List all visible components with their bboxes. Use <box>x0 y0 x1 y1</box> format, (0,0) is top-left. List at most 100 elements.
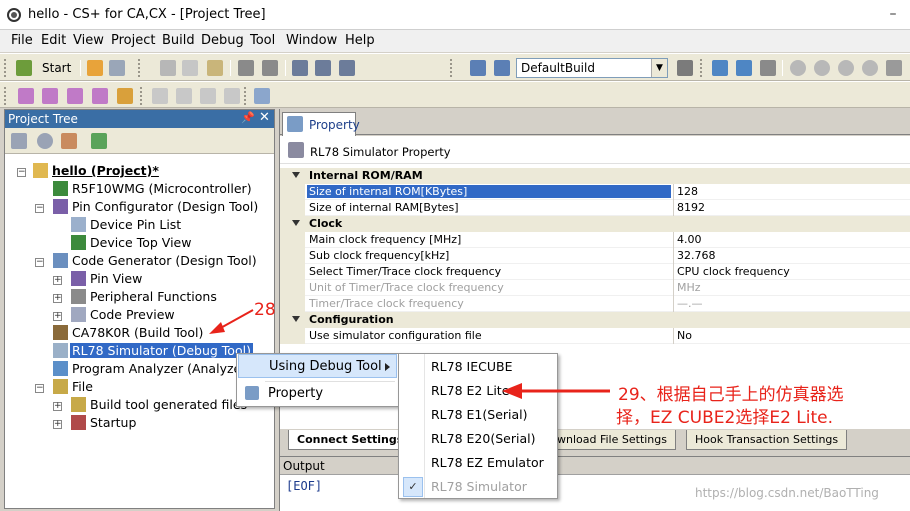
cut-icon[interactable] <box>160 60 176 76</box>
startup-icon <box>71 415 86 430</box>
property-row[interactable]: Use simulator configuration file No <box>280 328 910 344</box>
tooltip-icon[interactable] <box>224 88 240 104</box>
toolbar-grip[interactable] <box>138 59 142 77</box>
property-value[interactable]: CPU clock frequency <box>677 265 790 278</box>
pin-icon[interactable]: 📌 <box>241 111 255 124</box>
menu-item-using-debug-tool[interactable]: Using Debug Tool <box>238 354 397 378</box>
tab-property[interactable]: Property <box>282 112 360 136</box>
menu-window[interactable]: Window <box>286 33 337 48</box>
disconnect-icon[interactable] <box>760 60 776 76</box>
build-download-icon[interactable] <box>736 60 752 76</box>
bookmark-clear-icon[interactable] <box>117 88 133 104</box>
expand-toggle[interactable]: + <box>53 312 62 321</box>
bookmark-prev-icon[interactable] <box>67 88 83 104</box>
tab-download-file-settings[interactable]: wnload File Settings <box>548 430 676 450</box>
download-icon[interactable] <box>712 60 728 76</box>
menu-project[interactable]: Project <box>111 33 155 48</box>
collapse-toggle[interactable]: − <box>35 204 44 213</box>
return-icon[interactable] <box>862 60 878 76</box>
build-config-select[interactable]: DefaultBuild ▼ <box>516 58 668 78</box>
menu-item-property[interactable]: Property <box>238 382 397 406</box>
property-value[interactable]: 128 <box>677 185 698 198</box>
open-icon[interactable] <box>87 60 103 76</box>
property-row[interactable]: Size of internal ROM[KBytes] 128 <box>280 184 910 200</box>
property-value[interactable]: 8192 <box>677 201 705 214</box>
menu-debug[interactable]: Debug <box>201 33 244 48</box>
submenu-item-ez-emulator[interactable]: RL78 EZ Emulator <box>400 451 556 475</box>
copy-icon[interactable] <box>182 60 198 76</box>
expand-toggle[interactable]: + <box>53 294 62 303</box>
save-icon[interactable] <box>109 60 125 76</box>
replace-icon[interactable] <box>339 60 355 76</box>
redo-icon[interactable] <box>262 60 278 76</box>
tab-connect-settings[interactable]: Connect Settings <box>288 430 413 450</box>
start-label: Start <box>42 61 72 75</box>
menu-help[interactable]: Help <box>345 33 375 48</box>
sort-icon[interactable] <box>11 133 27 149</box>
property-value[interactable]: No <box>677 329 692 342</box>
folder-icon <box>53 379 68 394</box>
tab-hook-transaction-settings[interactable]: Hook Transaction Settings <box>686 430 848 450</box>
menu-build[interactable]: Build <box>162 33 195 48</box>
row-gutter <box>280 232 305 248</box>
property-row[interactable]: Sub clock frequency[kHz] 32.768 <box>280 248 910 264</box>
minimize-button[interactable]: – <box>880 4 906 24</box>
help-icon[interactable] <box>37 133 53 149</box>
submenu-item-e1-serial[interactable]: RL78 E1(Serial) <box>400 403 556 427</box>
undo-icon[interactable] <box>238 60 254 76</box>
submenu-item-e20-serial[interactable]: RL78 E20(Serial) <box>400 427 556 451</box>
menu-view[interactable]: View <box>73 33 104 48</box>
property-row[interactable]: Main clock frequency [MHz] 4.00 <box>280 232 910 248</box>
expand-toggle[interactable]: + <box>53 420 62 429</box>
check-icon: ✓ <box>403 477 423 497</box>
bookmark-next-icon[interactable] <box>42 88 58 104</box>
uncomment-icon[interactable] <box>200 88 216 104</box>
toolbar-grip[interactable] <box>450 59 454 77</box>
find-next-icon[interactable] <box>315 60 331 76</box>
menu-file[interactable]: File <box>11 33 33 48</box>
window-icon[interactable] <box>152 88 168 104</box>
bookmark-icon[interactable] <box>18 88 34 104</box>
paste-icon[interactable] <box>207 60 223 76</box>
comment-icon[interactable] <box>176 88 192 104</box>
refresh-icon[interactable] <box>91 133 107 149</box>
property-row: Timer/Trace clock frequency —.— <box>280 296 910 312</box>
property-row[interactable]: Size of internal RAM[Bytes] 8192 <box>280 200 910 216</box>
collapse-toggle[interactable]: − <box>35 384 44 393</box>
toolbar-grip[interactable] <box>700 59 704 77</box>
restart-icon[interactable] <box>886 60 902 76</box>
toolbar-grip[interactable] <box>4 87 8 105</box>
submenu-item-iecube[interactable]: RL78 IECUBE <box>400 355 556 379</box>
user-icon[interactable] <box>61 133 77 149</box>
category-clock[interactable]: Clock <box>280 216 910 232</box>
build-tool-icon[interactable] <box>677 60 693 76</box>
expand-toggle[interactable]: + <box>53 276 62 285</box>
step-icon[interactable] <box>838 60 854 76</box>
category-internal-rom-ram[interactable]: Internal ROM/RAM <box>280 168 910 184</box>
property-row[interactable]: Select Timer/Trace clock frequency CPU c… <box>280 264 910 280</box>
toolbar-grip[interactable] <box>140 87 144 105</box>
toolbar-grip[interactable] <box>4 59 8 77</box>
list-icon <box>71 217 86 232</box>
build-icon[interactable] <box>470 60 486 76</box>
bookmark-list-icon[interactable] <box>92 88 108 104</box>
tree-node-label: Pin View <box>90 271 143 286</box>
category-configuration[interactable]: Configuration <box>280 312 910 328</box>
go-icon[interactable] <box>814 60 830 76</box>
debug-tool-icon <box>288 142 304 158</box>
expand-toggle[interactable]: + <box>53 402 62 411</box>
layout-icon[interactable] <box>254 88 270 104</box>
toolbar-grip[interactable] <box>244 87 248 105</box>
close-icon[interactable]: ✕ <box>259 110 270 125</box>
rebuild-icon[interactable] <box>494 60 510 76</box>
menu-tool[interactable]: Tool <box>250 33 275 48</box>
collapse-toggle[interactable]: − <box>17 168 26 177</box>
property-value[interactable]: 32.768 <box>677 249 716 262</box>
row-gutter <box>280 280 305 296</box>
collapse-toggle[interactable]: − <box>35 258 44 267</box>
menu-edit[interactable]: Edit <box>41 33 66 48</box>
stop-icon[interactable] <box>790 60 806 76</box>
start-button[interactable]: Start <box>14 58 74 78</box>
find-icon[interactable] <box>292 60 308 76</box>
property-value[interactable]: 4.00 <box>677 233 702 246</box>
